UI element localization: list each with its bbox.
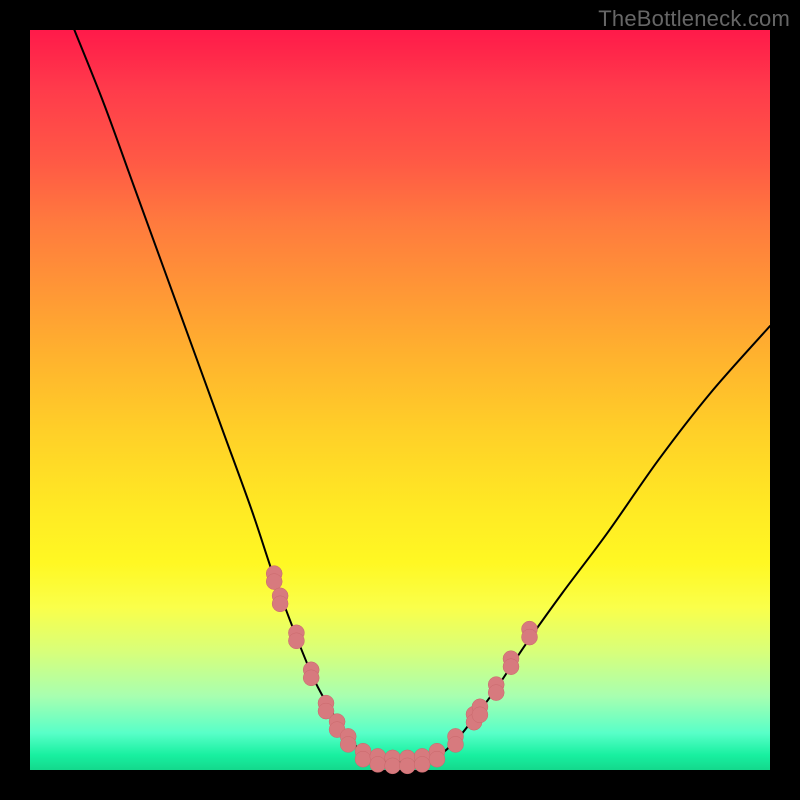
data-marker bbox=[272, 588, 288, 612]
chart-overlay bbox=[30, 30, 770, 770]
data-marker bbox=[503, 651, 519, 675]
data-marker bbox=[429, 743, 445, 767]
data-marker bbox=[414, 748, 430, 772]
data-marker bbox=[399, 750, 415, 774]
plot-area bbox=[30, 30, 770, 770]
watermark-text: TheBottleneck.com bbox=[598, 6, 790, 32]
data-marker bbox=[355, 743, 371, 767]
chart-frame: TheBottleneck.com bbox=[0, 0, 800, 800]
data-marker bbox=[340, 728, 356, 752]
data-marker bbox=[303, 662, 319, 686]
data-marker bbox=[288, 625, 304, 649]
data-marker bbox=[522, 621, 538, 645]
data-marker bbox=[472, 699, 488, 723]
marker-group bbox=[266, 566, 537, 774]
data-marker bbox=[385, 750, 401, 774]
data-marker bbox=[266, 566, 282, 590]
curve-left-path bbox=[74, 30, 377, 761]
data-marker bbox=[370, 748, 386, 772]
data-marker bbox=[448, 728, 464, 752]
curve-right-path bbox=[430, 326, 770, 761]
data-marker bbox=[488, 677, 504, 701]
